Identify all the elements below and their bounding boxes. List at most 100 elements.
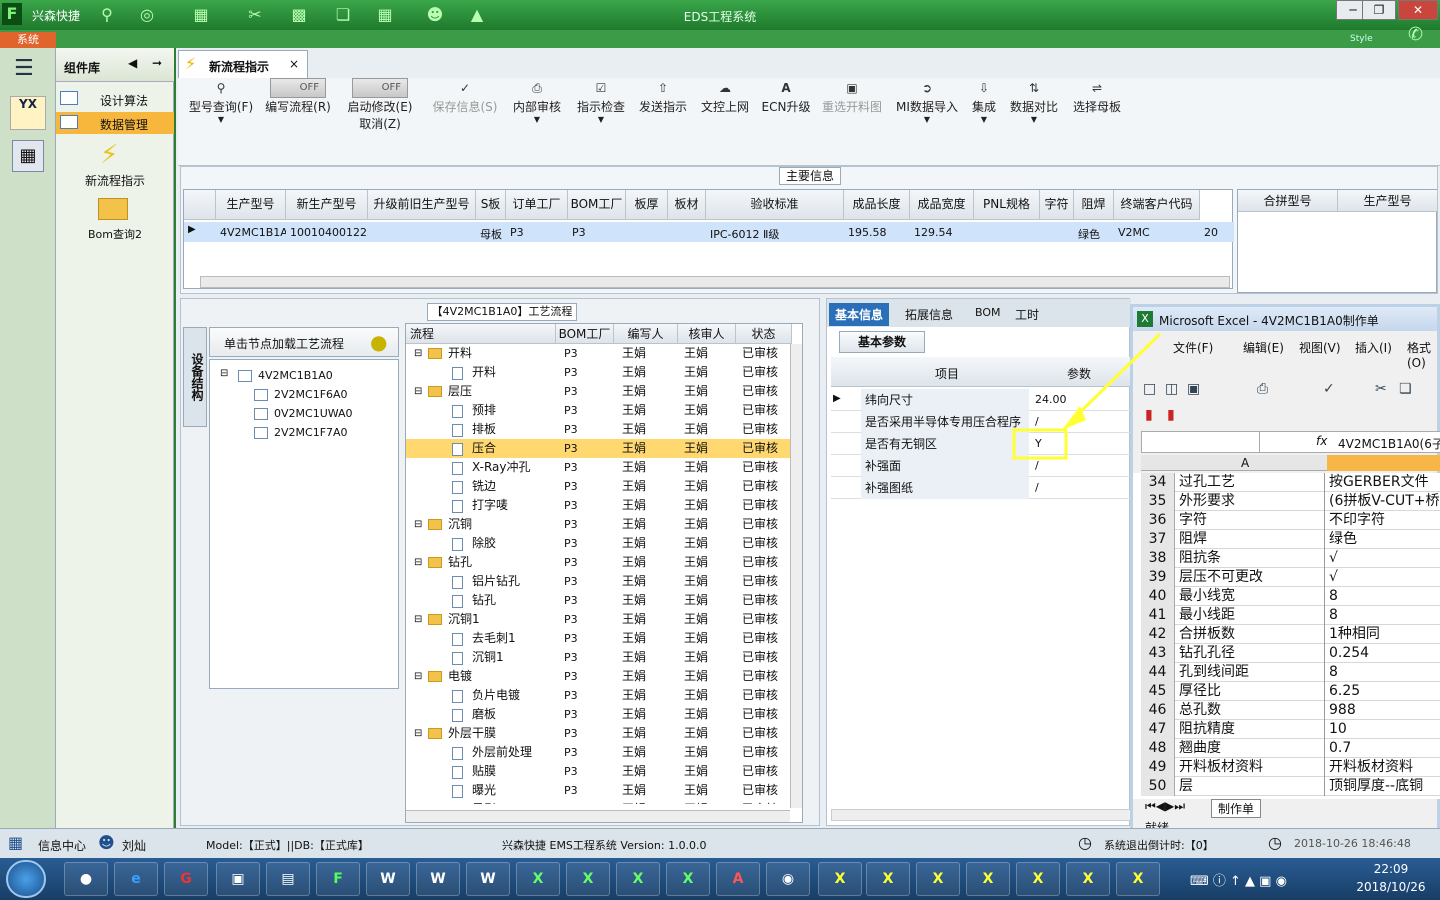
cell-b[interactable]: 绿色	[1327, 530, 1440, 549]
column-header[interactable]: 订单工厂	[506, 190, 568, 220]
cell-a[interactable]: 翘曲度	[1177, 739, 1325, 758]
menu-view[interactable]: 视图(V)	[1299, 339, 1341, 356]
save-info-button[interactable]: ✓ 保存信息(S)	[430, 78, 500, 115]
cell-a[interactable]: 最小线宽	[1177, 587, 1325, 606]
tab-work-hours[interactable]: 工时	[1015, 306, 1039, 323]
spreadsheet-row[interactable]: 41 最小线距 8	[1141, 606, 1440, 625]
process-step-row[interactable]: 去毛刺1 P3 王娟 王娟 已审核	[406, 629, 802, 648]
spreadsheet-row[interactable]: 50 层顶铜厚度--底铜	[1141, 777, 1440, 796]
collapse-left-icon[interactable]: ◀	[128, 56, 137, 70]
vertical-scrollbar[interactable]	[790, 344, 802, 808]
process-step-row[interactable]: 显影 P3 王娟 王娟 已审核	[406, 800, 802, 804]
word-icon[interactable]: W	[466, 862, 510, 896]
column-header[interactable]: 流程	[406, 324, 556, 344]
shell-app-icon[interactable]: ●	[64, 862, 108, 896]
column-header[interactable]: 生产型号	[216, 190, 286, 220]
tree-root-node[interactable]: ⊟ 4V2MC1B1A0	[210, 368, 398, 386]
cell-a[interactable]: 钻孔孔径	[1177, 644, 1325, 663]
column-header[interactable]: 新生产型号	[286, 190, 368, 220]
collapse-icon[interactable]: ⊟	[414, 610, 422, 629]
cell-a[interactable]: 阻抗条	[1177, 549, 1325, 568]
ie-browser-icon[interactable]: e	[114, 862, 158, 896]
process-step-row[interactable]: 钻孔 P3 王娟 王娟 已审核	[406, 591, 802, 610]
cell-b[interactable]: 988	[1327, 701, 1440, 720]
horizontal-scrollbar[interactable]	[200, 276, 1230, 288]
process-step-row[interactable]: 沉铜1 P3 王娟 王娟 已审核	[406, 648, 802, 667]
sidebar-item-design[interactable]: 设计算法	[56, 88, 174, 110]
cell-a[interactable]: 层	[1177, 777, 1325, 796]
column-header[interactable]: 核审人	[678, 324, 736, 344]
process-group-row[interactable]: ⊟ 开料 P3 王娟 王娟 已审核	[406, 344, 802, 363]
cell-b[interactable]: 1种相同	[1327, 625, 1440, 644]
process-step-row[interactable]: 铝片钻孔 P3 王娟 王娟 已审核	[406, 572, 802, 591]
process-step-row[interactable]: 除胶 P3 王娟 王娟 已审核	[406, 534, 802, 553]
task-window-icon[interactable]: X	[1116, 862, 1160, 896]
task-window-icon[interactable]: X	[916, 862, 960, 896]
cell-a[interactable]: 开料板材资料	[1177, 758, 1325, 777]
checkbox-icon[interactable]	[238, 370, 252, 382]
process-step-row[interactable]: 外层前处理 P3 王娟 王娟 已审核	[406, 743, 802, 762]
scissors-icon[interactable]: ✂	[244, 4, 266, 26]
cell-a[interactable]: 层压不可更改	[1177, 568, 1325, 587]
media-icon[interactable]: ◉	[766, 862, 810, 896]
process-group-row[interactable]: ⊟ 电镀 P3 王娟 王娟 已审核	[406, 667, 802, 686]
style-label[interactable]: Style	[1350, 34, 1373, 44]
tab-new-flow[interactable]: ⚡ 新流程指示 ×	[178, 50, 308, 78]
word-icon[interactable]: W	[366, 862, 410, 896]
excel-icon[interactable]: X	[566, 862, 610, 896]
grid-icon[interactable]: ▦	[190, 4, 212, 26]
task-window-icon[interactable]: X	[1016, 862, 1060, 896]
process-step-row[interactable]: 曝光 P3 王娟 王娟 已审核	[406, 781, 802, 800]
column-header[interactable]: S板	[476, 190, 506, 220]
cell-a[interactable]: 过孔工艺	[1177, 473, 1325, 492]
folder-icon[interactable]	[98, 198, 128, 220]
excel-icon[interactable]: X	[616, 862, 660, 896]
user-icon[interactable]: ☻	[424, 4, 446, 26]
horizontal-scrollbar[interactable]	[831, 809, 1131, 821]
new-flow-label[interactable]: 新流程指示	[56, 172, 174, 189]
spreadsheet-row[interactable]: 40 最小线宽 8	[1141, 587, 1440, 606]
cell-b[interactable]: 顶铜厚度--底铜	[1327, 777, 1440, 796]
cell-a[interactable]: 最小线距	[1177, 606, 1325, 625]
tree-node[interactable]: 0V2MC1UWA0	[210, 406, 398, 424]
start-edit-toggle[interactable]: OFF 启动修改(E) 取消(Z)	[342, 78, 418, 132]
task-window-icon[interactable]: X	[818, 862, 862, 896]
column-header[interactable]: 升级前旧生产型号	[368, 190, 476, 220]
tab-system[interactable]: 系统	[0, 32, 56, 48]
doc-online-button[interactable]: ☁ 文控上网	[696, 78, 754, 115]
process-step-row[interactable]: 预排 P3 王娟 王娟 已审核	[406, 401, 802, 420]
spreadsheet-row[interactable]: 43 钻孔孔径 0.254	[1141, 644, 1440, 663]
column-header[interactable]: 成品长度	[844, 190, 910, 220]
spreadsheet-row[interactable]: 38 阻抗条 √	[1141, 549, 1440, 568]
toggle-off[interactable]: OFF	[352, 78, 408, 98]
process-step-row[interactable]: 负片电镀 P3 王娟 王娟 已审核	[406, 686, 802, 705]
column-header[interactable]: BOM工厂	[568, 190, 626, 220]
task-window-icon[interactable]: X	[966, 862, 1010, 896]
column-header[interactable]: 验收标准	[706, 190, 844, 220]
task-window-icon[interactable]: X	[1066, 862, 1110, 896]
process-step-row[interactable]: 铣边 P3 王娟 王娟 已审核	[406, 477, 802, 496]
model-query-button[interactable]: ⚲ 型号查询(F) ▼	[184, 78, 258, 124]
reselect-cut-image-button[interactable]: ▣ 重选开料图	[820, 78, 884, 115]
cell-a[interactable]: 字符	[1177, 511, 1325, 530]
spreadsheet-row[interactable]: 34 过孔工艺 按GERBER文件	[1141, 473, 1440, 492]
tree-node[interactable]: 2V2MC1F7A0	[210, 425, 398, 443]
process-step-row[interactable]: 贴膜 P3 王娟 王娟 已审核	[406, 762, 802, 781]
process-group-row[interactable]: ⊟ 沉铜1 P3 王娟 王娟 已审核	[406, 610, 802, 629]
cell-b[interactable]: 按GERBER文件	[1327, 473, 1440, 492]
sidebar-item-data[interactable]: 数据管理	[56, 112, 174, 134]
spreadsheet-row[interactable]: 49 开料板材资料 开料板材资料	[1141, 758, 1440, 777]
spreadsheet-row[interactable]: 35 外形要求 (6拼板V-CUT+桥	[1141, 492, 1440, 511]
checkbox-icon[interactable]	[254, 408, 268, 420]
spreadsheet-row[interactable]: 47 阻抗精度 10	[1141, 720, 1440, 739]
copy-icon[interactable]: ❏	[332, 4, 354, 26]
table-icon[interactable]: ▦	[374, 4, 396, 26]
table-row[interactable]: ▶ 4V2MC1B1A0 10010400122580 母板 P3 P3 IPC-6012…	[184, 222, 1234, 242]
formula-input[interactable]: 4V2MC1B1A0(6子	[1338, 435, 1440, 452]
acrobat-icon[interactable]: A	[716, 862, 760, 896]
tab-close-icon[interactable]: ×	[289, 57, 299, 71]
column-header[interactable]: 状态	[736, 324, 792, 344]
spreadsheet-row[interactable]: 44 孔到线间距 8	[1141, 663, 1440, 682]
cell-a[interactable]: 阻抗精度	[1177, 720, 1325, 739]
calculator-icon[interactable]: ▦	[12, 140, 44, 172]
